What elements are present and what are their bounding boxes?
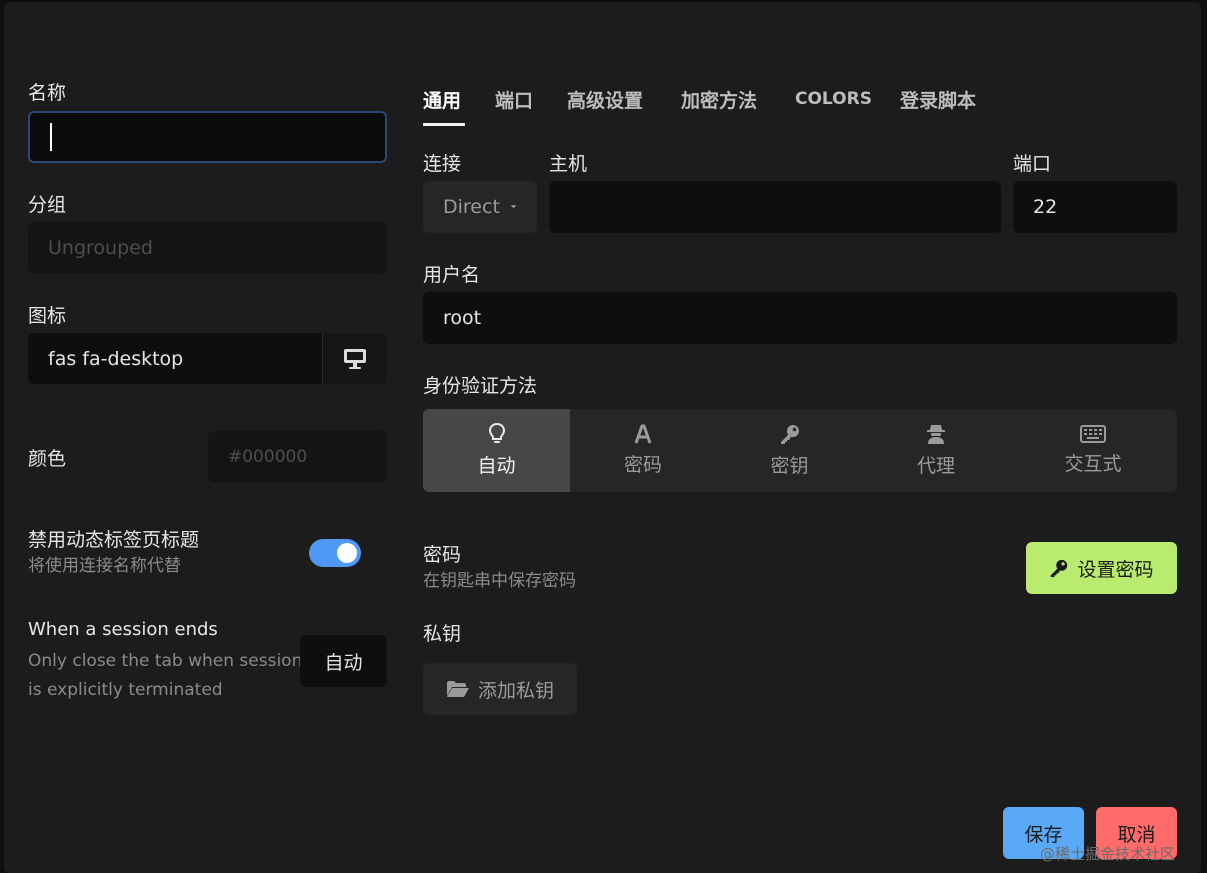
- auth-method-interactive[interactable]: 交互式: [1009, 409, 1177, 492]
- username-label: 用户名: [423, 264, 481, 286]
- keyboard-icon: [1080, 425, 1106, 443]
- key-icon: [1051, 559, 1068, 578]
- private-key-label: 私钥: [423, 623, 462, 645]
- host-input[interactable]: [549, 181, 1001, 233]
- dynamic-title-description: 将使用连接名称代替: [28, 556, 181, 576]
- set-password-label: 设置密码: [1077, 558, 1154, 581]
- auth-method-password-label: 密码: [623, 454, 662, 476]
- toggle-knob: [337, 543, 357, 563]
- port-label: 端口: [1013, 153, 1052, 175]
- name-label: 名称: [28, 82, 67, 104]
- auth-method-agent-label: 代理: [916, 455, 955, 477]
- username-input[interactable]: root: [423, 292, 1177, 344]
- group-label: 分组: [28, 194, 67, 216]
- color-placeholder: #000000: [228, 446, 308, 467]
- auth-method-group: 自动 密码 密钥 代理 交互式: [423, 409, 1177, 492]
- auth-method-agent[interactable]: 代理: [863, 409, 1009, 492]
- password-description: 在钥匙串中保存密码: [423, 571, 576, 591]
- icon-value: fas fa-desktop: [48, 347, 184, 370]
- tab-login-scripts[interactable]: 登录脚本: [900, 86, 976, 113]
- add-private-key-button[interactable]: 添加私钥: [423, 663, 577, 715]
- color-input[interactable]: #000000: [208, 431, 387, 482]
- tab-general[interactable]: 通用: [423, 86, 461, 113]
- auth-method-key-label: 密钥: [770, 455, 809, 477]
- icon-label: 图标: [28, 305, 67, 327]
- group-input[interactable]: Ungrouped: [28, 222, 387, 273]
- dynamic-title-toggle[interactable]: [309, 539, 361, 567]
- color-label: 颜色: [28, 448, 67, 470]
- watermark: @稀土掘金技术社区: [1040, 845, 1176, 863]
- desktop-icon: [344, 348, 366, 369]
- auth-method-interactive-label: 交互式: [1064, 453, 1122, 475]
- session-end-description-1: Only close the tab when session: [28, 651, 303, 671]
- active-tab-indicator: [423, 123, 465, 126]
- text-cursor: [50, 123, 52, 151]
- connection-select[interactable]: Direct: [423, 181, 537, 233]
- icon-input[interactable]: fas fa-desktop: [28, 333, 322, 384]
- tab-ports[interactable]: 端口: [495, 86, 533, 113]
- port-value: 22: [1033, 196, 1058, 218]
- port-input[interactable]: 22: [1013, 181, 1177, 233]
- connection-label: 连接: [423, 153, 462, 175]
- auth-method-auto[interactable]: 自动: [423, 409, 570, 492]
- user-secret-icon: [927, 425, 945, 444]
- caret-down-icon: [510, 205, 517, 209]
- tab-advanced[interactable]: 高级设置: [567, 86, 643, 113]
- icon-picker-button[interactable]: [322, 333, 387, 384]
- username-value: root: [443, 307, 482, 329]
- tab-colors[interactable]: COLORS: [795, 89, 872, 109]
- session-end-description-2: is explicitly terminated: [28, 680, 223, 700]
- auth-method-password[interactable]: 密码: [570, 409, 716, 492]
- add-private-key-label: 添加私钥: [477, 679, 554, 702]
- auth-method-label: 身份验证方法: [423, 375, 538, 397]
- set-password-button[interactable]: 设置密码: [1026, 542, 1177, 594]
- group-placeholder: Ungrouped: [48, 236, 153, 259]
- connection-value: Direct: [443, 196, 500, 218]
- tab-ciphers[interactable]: 加密方法: [681, 86, 757, 113]
- session-end-select[interactable]: 自动: [300, 635, 387, 687]
- host-label: 主机: [549, 153, 588, 175]
- auth-method-key[interactable]: 密钥: [716, 409, 863, 492]
- folder-open-icon: [446, 681, 469, 697]
- key-icon: [780, 425, 799, 444]
- name-input[interactable]: [28, 111, 387, 163]
- auth-method-auto-label: 自动: [477, 455, 516, 477]
- password-label: 密码: [423, 544, 462, 566]
- font-icon: [634, 424, 652, 444]
- lightbulb-icon: [488, 423, 505, 443]
- session-end-label: When a session ends: [28, 619, 218, 640]
- dynamic-title-label: 禁用动态标签页标题: [28, 529, 200, 551]
